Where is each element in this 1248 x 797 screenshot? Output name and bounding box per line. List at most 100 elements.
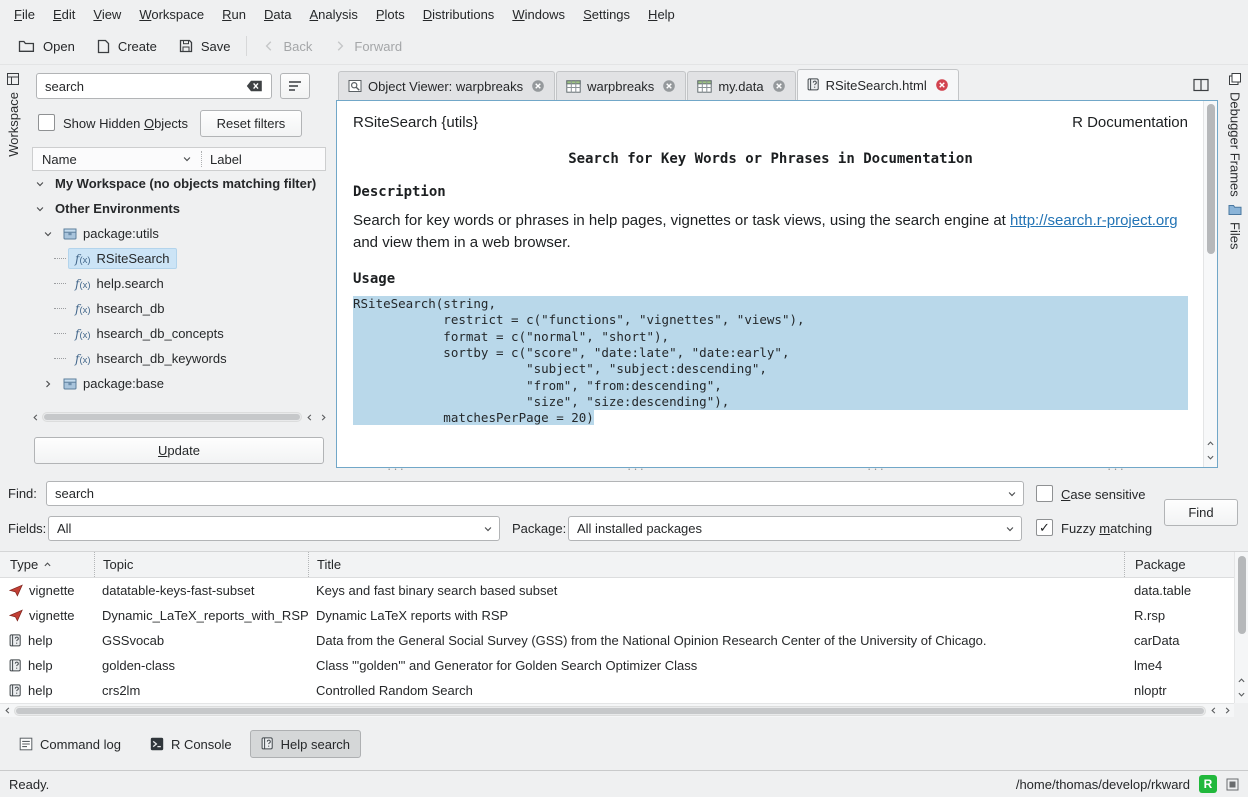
scrollbar-track[interactable]	[42, 412, 302, 422]
doc-scrollbar-thumb[interactable]	[1207, 104, 1215, 254]
column-header-package[interactable]: Package	[1124, 552, 1234, 577]
package-combobox[interactable]: All installed packages	[568, 516, 1022, 541]
find-button[interactable]: Find	[1164, 499, 1238, 526]
menu-settings[interactable]: Settings	[574, 2, 639, 27]
scroll-right-icon[interactable]	[316, 410, 330, 424]
update-button[interactable]: Update	[34, 437, 324, 464]
menu-analysis[interactable]: Analysis	[300, 2, 366, 27]
debugger-frames-dock-tab[interactable]: Debugger Frames	[1222, 65, 1248, 197]
scrollbar-thumb[interactable]	[44, 414, 300, 420]
scrollbar-track[interactable]	[14, 706, 1206, 716]
result-row-dynamic-latex-reports-with-rsp[interactable]: vignetteDynamic_LaTeX_reports_with_RSPDy…	[0, 603, 1234, 628]
scroll-left-end-icon[interactable]	[1206, 704, 1220, 718]
tree-item-label: hsearch_db_keywords	[97, 351, 227, 366]
tree-item-hsearch-db-keywords[interactable]: f(x)hsearch_db_keywords	[28, 346, 328, 371]
tree-column-header: Name Label	[32, 147, 326, 171]
fuzzy-matching-checkbox[interactable]: ✓	[1036, 519, 1053, 536]
menu-workspace[interactable]: Workspace	[130, 2, 213, 27]
doc-tab-rsitesearch-html[interactable]: RSiteSearch.html	[797, 69, 959, 100]
expander-closed-icon[interactable]	[40, 379, 56, 389]
working-directory[interactable]: /home/thomas/develop/rkward	[1016, 777, 1190, 792]
scroll-left-end-icon[interactable]	[302, 410, 316, 424]
menu-data[interactable]: Data	[255, 2, 300, 27]
menu-run[interactable]: Run	[213, 2, 255, 27]
show-hidden-label[interactable]: Show Hidden Objects	[63, 116, 188, 131]
menu-file[interactable]: File	[5, 2, 44, 27]
result-row-datatable-keys-fast-subset[interactable]: vignettedatatable-keys-fast-subsetKeys a…	[0, 578, 1234, 603]
tool-view-help-search[interactable]: Help search	[250, 730, 361, 758]
tree-horizontal-scrollbar[interactable]	[28, 410, 330, 424]
results-vertical-scrollbar[interactable]	[1234, 552, 1248, 703]
result-row-crs2lm[interactable]: helpcrs2lmControlled Random Searchnloptr	[0, 678, 1234, 703]
column-header-topic[interactable]: Topic	[94, 552, 308, 577]
show-hidden-checkbox[interactable]	[38, 114, 55, 131]
expander-open-icon[interactable]	[40, 229, 56, 239]
scroll-right-icon[interactable]	[1220, 704, 1234, 718]
split-view-button[interactable]	[1190, 74, 1212, 96]
object-search-input[interactable]	[36, 73, 272, 99]
results-horizontal-scrollbar[interactable]	[0, 703, 1234, 717]
case-sensitive-label[interactable]: Case sensitive	[1061, 487, 1146, 502]
find-combobox[interactable]: search	[46, 481, 1024, 506]
menu-plots[interactable]: Plots	[367, 2, 414, 27]
workspace-dock-tab[interactable]: Workspace	[0, 65, 26, 157]
tree-item-hsearch-db-concepts[interactable]: f(x)hsearch_db_concepts	[28, 321, 328, 346]
results-scrollbar-thumb[interactable]	[1238, 556, 1246, 634]
expander-open-icon[interactable]	[32, 179, 48, 189]
doc-tab-my-data[interactable]: my.data	[687, 71, 795, 100]
filter-options-button[interactable]	[280, 73, 310, 99]
scroll-down-icon[interactable]	[1204, 451, 1217, 464]
status-indicator-icon[interactable]	[1226, 778, 1239, 791]
menu-view[interactable]: View	[84, 2, 130, 27]
forward-button[interactable]: Forward	[323, 31, 413, 61]
menu-edit[interactable]: Edit	[44, 2, 84, 27]
scroll-left-icon[interactable]	[28, 410, 42, 424]
close-icon[interactable]	[662, 79, 676, 93]
result-row-gssvocab[interactable]: helpGSSvocabData from the General Social…	[0, 628, 1234, 653]
case-sensitive-checkbox[interactable]	[1036, 485, 1053, 502]
open-button[interactable]: Open	[7, 31, 86, 61]
column-header-label[interactable]: Label	[202, 152, 242, 167]
menu-windows[interactable]: Windows	[503, 2, 574, 27]
menu-distributions[interactable]: Distributions	[414, 2, 504, 27]
scroll-up-icon[interactable]	[1204, 437, 1217, 450]
tree-item-my-workspace-no-objects-matching-filter[interactable]: My Workspace (no objects matching filter…	[28, 171, 328, 196]
scroll-down-icon[interactable]	[1235, 688, 1248, 701]
tool-view-command-log[interactable]: Command log	[8, 730, 132, 758]
column-header-name[interactable]: Name	[33, 148, 201, 170]
files-dock-tab[interactable]: Files	[1222, 197, 1248, 249]
chevron-down-icon	[483, 524, 493, 534]
tree-item-rsitesearch[interactable]: f(x)RSiteSearch	[28, 246, 328, 271]
tree-item-help-search[interactable]: f(x)help.search	[28, 271, 328, 296]
scroll-up-icon[interactable]	[1235, 674, 1248, 687]
column-header-title[interactable]: Title	[308, 552, 1124, 577]
column-header-type[interactable]: Type	[0, 552, 94, 577]
doc-tab-object-viewer-warpbreaks[interactable]: Object Viewer: warpbreaks	[338, 71, 555, 100]
close-modified-icon[interactable]	[935, 78, 949, 92]
tree-item-package-utils[interactable]: package:utils	[28, 221, 328, 246]
doc-vertical-scrollbar[interactable]	[1203, 101, 1217, 467]
tree-item-other-environments[interactable]: Other Environments	[28, 196, 328, 221]
tree-connector	[54, 358, 66, 359]
scrollbar-thumb[interactable]	[16, 708, 1204, 714]
fuzzy-matching-label[interactable]: Fuzzy matching	[1061, 521, 1152, 536]
clear-search-ic­on[interactable]	[246, 80, 263, 92]
tree-item-hsearch-db[interactable]: f(x)hsearch_db	[28, 296, 328, 321]
doc-tab-warpbreaks[interactable]: warpbreaks	[556, 71, 686, 100]
menu-help[interactable]: Help	[639, 2, 684, 27]
search-site-link[interactable]: http://search.r-project.org	[1010, 212, 1178, 229]
close-icon[interactable]	[531, 79, 545, 93]
back-button[interactable]: Back	[252, 31, 323, 61]
create-button[interactable]: Create	[86, 31, 168, 61]
result-row-golden-class[interactable]: helpgolden-classClass "'golden'" and Gen…	[0, 653, 1234, 678]
close-icon[interactable]	[772, 79, 786, 93]
frames-icon	[1228, 72, 1242, 86]
tree-item-package-base[interactable]: package:base	[28, 371, 328, 396]
tool-view-r-console[interactable]: R Console	[139, 730, 243, 758]
expander-open-icon[interactable]	[32, 204, 48, 214]
r-status-badge[interactable]: R	[1199, 775, 1217, 793]
save-button[interactable]: Save	[168, 31, 242, 61]
reset-filters-button[interactable]: Reset filters	[200, 110, 302, 137]
scroll-left-icon[interactable]	[0, 704, 14, 718]
fields-combobox[interactable]: All	[48, 516, 500, 541]
